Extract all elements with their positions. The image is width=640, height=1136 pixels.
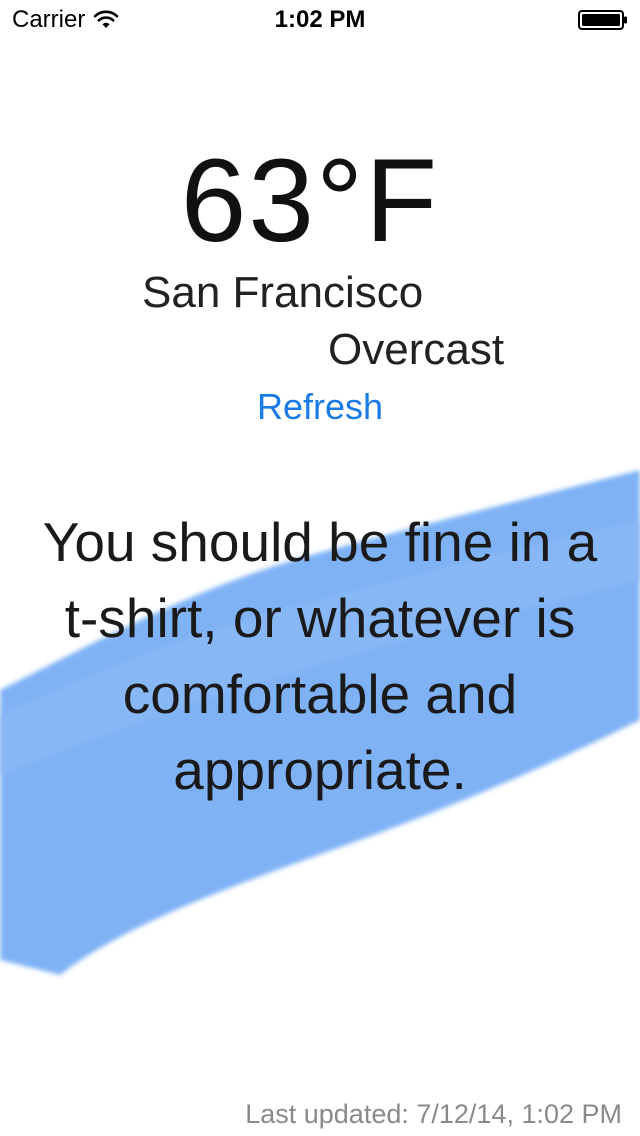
battery-full-icon [578, 10, 627, 30]
weather-condition: Overcast [328, 325, 505, 374]
status-time: 1:02 PM [274, 6, 366, 33]
temperature-reading: 63°F [180, 135, 440, 267]
last-updated-label: Last updated: 7/12/14, 1:02 PM [245, 1099, 622, 1129]
refresh-button[interactable]: Refresh [200, 384, 440, 430]
clothing-advice: You should be fine in a t-shirt, or what… [42, 511, 598, 801]
city-name: San Francisco [142, 268, 424, 317]
status-bar: Carrier 1:02 PM [0, 0, 640, 40]
